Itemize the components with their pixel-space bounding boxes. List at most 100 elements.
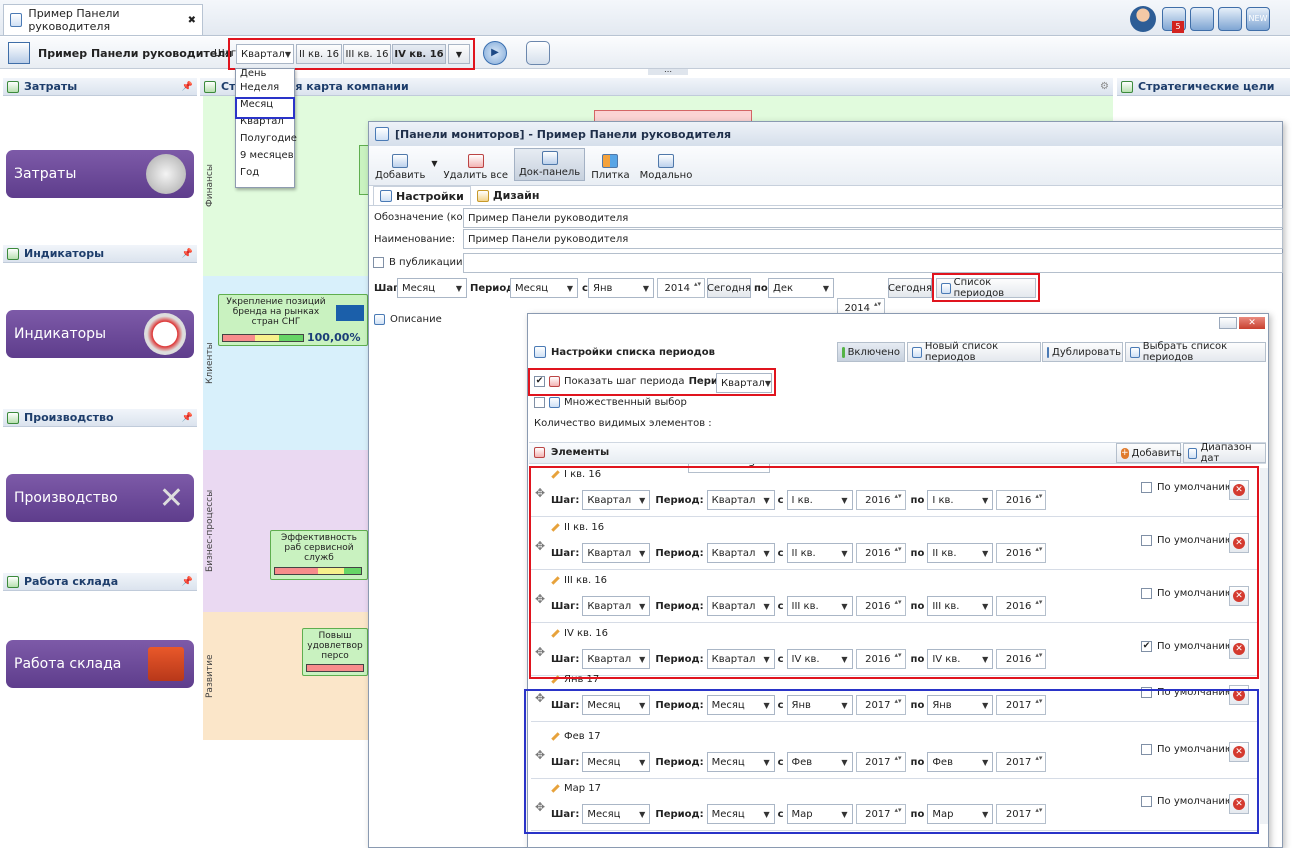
name-field[interactable]: Пример Панели руководителя	[463, 229, 1283, 249]
tab-design[interactable]: Дизайн	[473, 186, 544, 205]
dock-panel-button[interactable]: Док-панель	[513, 148, 586, 181]
new-icon[interactable]: NEW	[1246, 7, 1270, 31]
close-icon[interactable]: ✕	[1239, 317, 1265, 329]
dlg-to-month[interactable]: Дек ▼	[768, 278, 834, 298]
date-range-icon	[1188, 447, 1198, 459]
tile-indicators[interactable]: Индикаторы	[6, 310, 194, 358]
multi-select-checkbox[interactable]	[534, 397, 545, 408]
sub-titlebar: ✕	[528, 314, 1268, 332]
dropdown-item-halfyear[interactable]: Полугодие	[236, 130, 297, 147]
progress-bar-satisfaction	[306, 664, 364, 672]
today-button-1[interactable]: Сегодня	[707, 278, 751, 298]
add-button[interactable]: Добавить	[371, 154, 429, 181]
settings-tab-icon	[380, 190, 392, 202]
tile-costs[interactable]: Затраты	[6, 150, 194, 198]
dashboard-edit-icon[interactable]	[8, 42, 30, 64]
progress-bar-brand	[222, 334, 304, 342]
dropdown-item-year[interactable]: Год	[236, 164, 294, 181]
gear-icon[interactable]: ⚙	[1100, 81, 1109, 92]
play-icon[interactable]: ▶	[483, 41, 507, 65]
dlg-to-label: по	[754, 283, 768, 294]
pin-icon[interactable]: 📌	[182, 577, 193, 587]
dropdown-item-week[interactable]: Неделя	[236, 79, 294, 96]
grid-icon[interactable]	[1190, 7, 1214, 31]
dlg-from-month[interactable]: Янв ▼	[588, 278, 654, 298]
delete-all-button[interactable]: Удалить все	[440, 154, 512, 181]
pin-icon[interactable]: 📌	[182, 82, 193, 92]
pin-icon[interactable]: 📌	[182, 413, 193, 423]
publish-checkbox[interactable]	[373, 257, 384, 268]
tab-dashboard[interactable]: Пример Панели руководителя ✖	[3, 4, 203, 35]
add-icon	[392, 154, 409, 168]
highlight-month	[235, 97, 295, 119]
period-button-q2[interactable]: II кв. 16	[296, 44, 342, 64]
period-more-button[interactable]: ▼	[448, 44, 470, 64]
scrollbar[interactable]	[1260, 468, 1268, 824]
chart-icon	[7, 411, 19, 424]
show-step-period-select[interactable]: Квартал ▼	[716, 373, 772, 393]
dropdown-item-day[interactable]: День	[236, 69, 294, 79]
dlg-step-select[interactable]: Месяц ▼	[397, 278, 467, 298]
new-list-button[interactable]: Новый список периодов	[907, 341, 1041, 363]
dashboard-icon	[10, 13, 23, 27]
step-select[interactable]: Квартал ▼	[236, 44, 294, 64]
periods-list-button[interactable]: Список периодов	[936, 277, 1036, 299]
list-icon[interactable]	[1218, 7, 1242, 31]
window-icon	[375, 127, 389, 141]
toolbar-title: Пример Панели руководителя	[38, 47, 233, 60]
publish-row: В публикации:	[373, 257, 466, 268]
goal-box-service[interactable]: Эффективность раб сервисной служб	[270, 530, 368, 580]
pin-icon[interactable]: 📌	[182, 249, 193, 259]
chart-icon	[7, 247, 19, 260]
panel-head-goals: Стратегические цели	[1117, 78, 1290, 96]
code-field[interactable]: Пример Панели руководителя	[463, 208, 1283, 228]
goal-box-brand[interactable]: Укрепление позиций бренда на рынках стра…	[218, 294, 368, 346]
enabled-button[interactable]: Включено	[837, 342, 905, 362]
dropdown-item-9months[interactable]: 9 месяцев	[236, 147, 294, 164]
description-section: Описание	[374, 314, 442, 325]
duplicate-icon	[1047, 346, 1049, 358]
notification-badge: 5	[1172, 21, 1184, 33]
panel-head-production: Производство 📌	[3, 409, 197, 427]
period-button-q3[interactable]: III кв. 16	[343, 44, 391, 64]
today-button-2[interactable]: Сегодня	[888, 278, 932, 298]
publish-field[interactable]	[463, 253, 1283, 273]
description-icon	[374, 314, 385, 325]
panel-head-indicators: Индикаторы 📌	[3, 245, 197, 263]
duplicate-button[interactable]: Дублировать	[1042, 342, 1123, 362]
speedometer-icon	[144, 313, 186, 355]
progress-value: 100,00%	[307, 331, 361, 344]
modal-icon	[657, 154, 674, 168]
modal-button[interactable]: Модально	[636, 154, 697, 181]
tile-button[interactable]: Плитка	[587, 154, 633, 181]
tab-settings[interactable]: Настройки	[373, 186, 471, 205]
goal-box-satisfaction[interactable]: Повыш удовлетвор персо	[302, 628, 368, 676]
dlg-period-select[interactable]: Месяц ▼	[510, 278, 578, 298]
check-icon	[842, 346, 845, 358]
calendar-icon	[534, 447, 545, 458]
dialog-titlebar: [Панели мониторов] - Пример Панели руков…	[369, 122, 1282, 146]
restore-icon[interactable]	[1219, 317, 1237, 329]
chevron-down-icon[interactable]: ▼	[431, 159, 437, 168]
dlg-from-year[interactable]: 2014	[657, 278, 705, 298]
period-button-q4[interactable]: IV кв. 16	[392, 44, 446, 64]
avatar[interactable]	[1130, 6, 1156, 32]
highlight-month-rows	[524, 689, 1259, 834]
splitter-handle[interactable]: ⋯	[648, 68, 688, 76]
show-step-checkbox[interactable]: ✔	[534, 376, 545, 387]
add-element-button[interactable]: + Добавить	[1116, 443, 1182, 463]
settings-icon[interactable]	[526, 41, 550, 65]
tile-icon	[602, 154, 619, 168]
show-step-row: ✔ Показать шаг периода Период:	[534, 376, 737, 387]
chart-icon	[7, 80, 19, 93]
visible-count-label: Количество видимых элементов :	[534, 418, 712, 429]
tile-production[interactable]: Производство ✕	[6, 474, 194, 522]
date-range-button[interactable]: Диапазон дат	[1183, 442, 1266, 464]
tile-warehouse[interactable]: Работа склада	[6, 640, 194, 688]
dialog-ribbon: Добавить ▼ Удалить все Док-панель Плитка…	[369, 146, 1282, 186]
multi-icon	[549, 397, 560, 408]
choose-list-button[interactable]: Выбрать список периодов	[1125, 341, 1266, 363]
close-icon[interactable]: ✖	[188, 15, 196, 26]
calendar-icon	[549, 376, 560, 387]
list-settings-icon	[941, 282, 951, 294]
